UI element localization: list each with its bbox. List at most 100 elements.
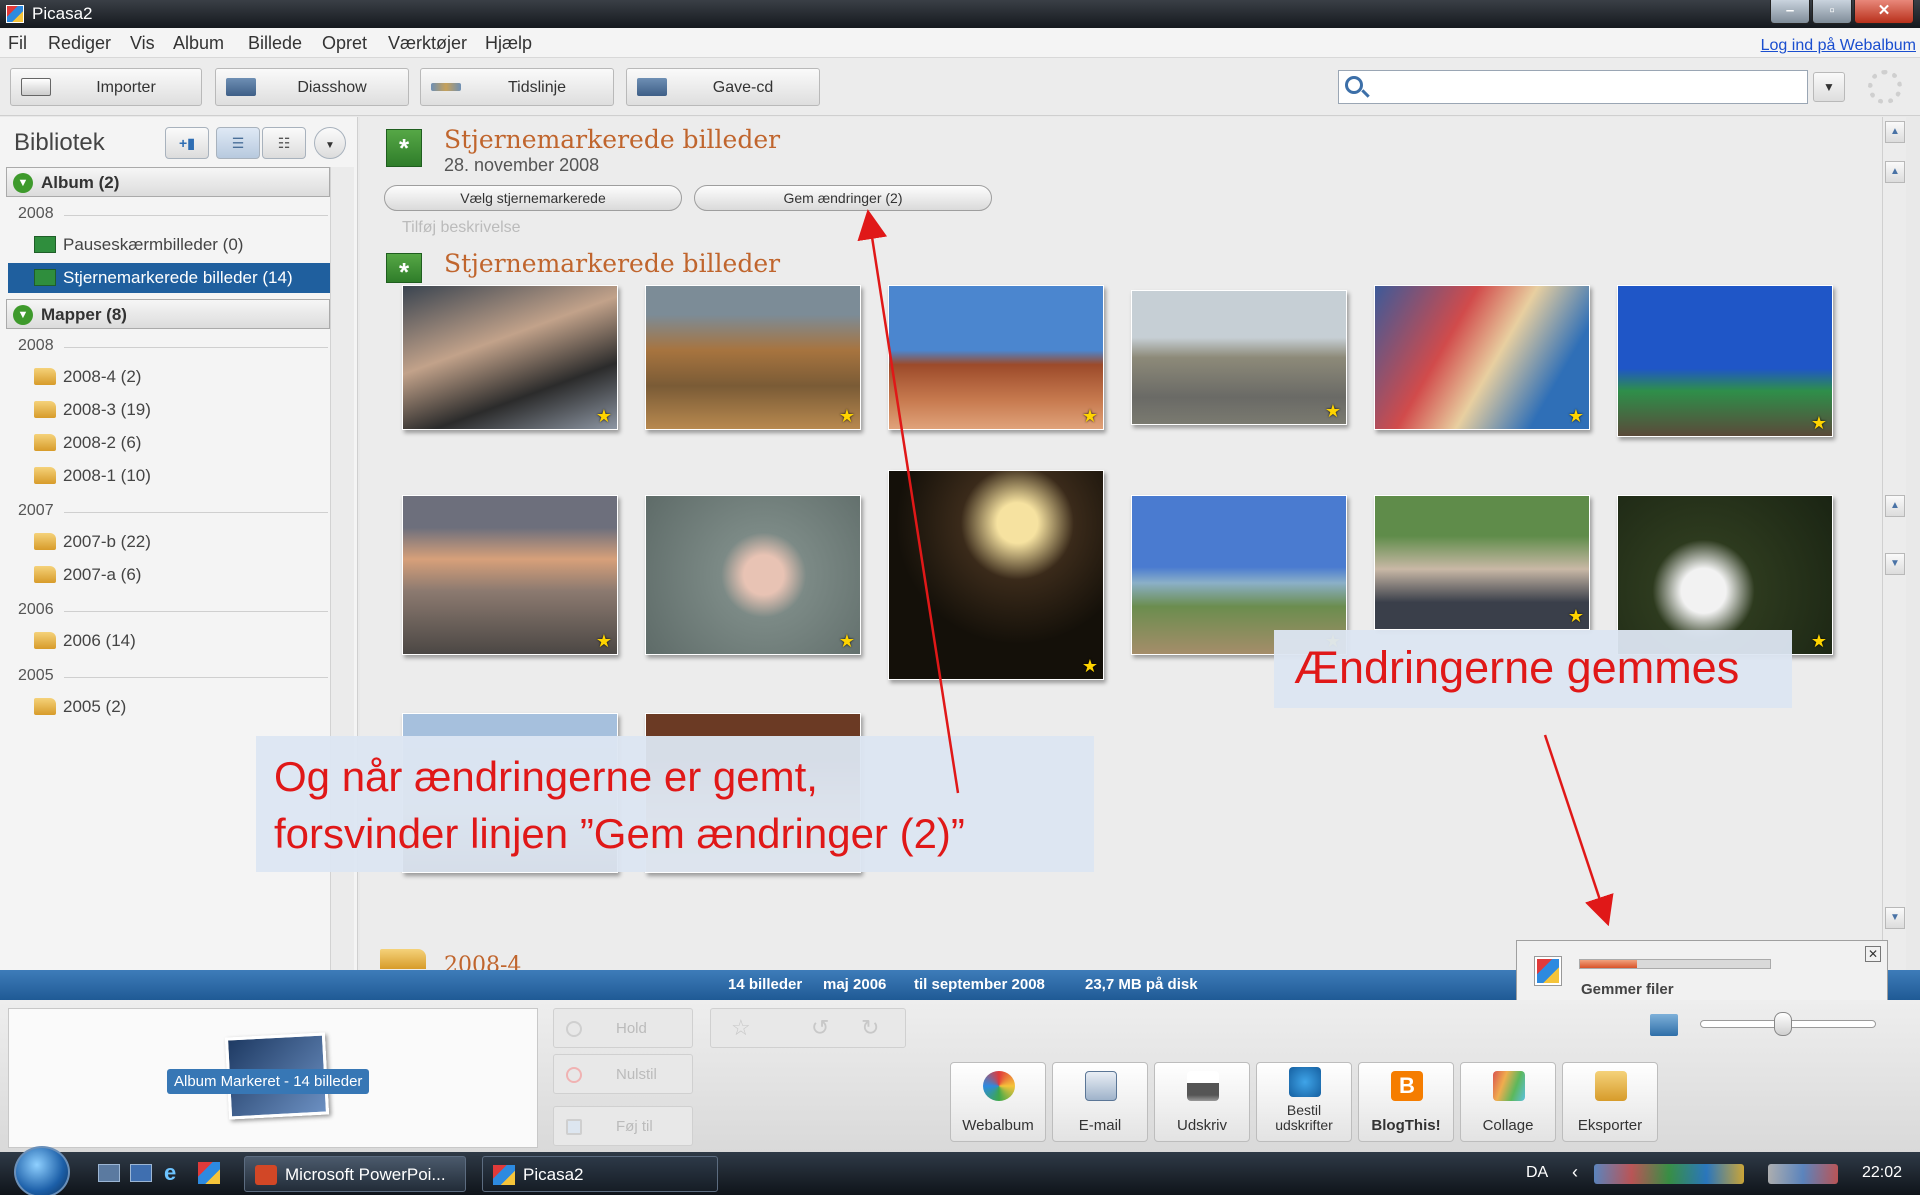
add-to-icon bbox=[566, 1119, 582, 1135]
reset-button[interactable]: Nulstil bbox=[553, 1054, 693, 1094]
search-box[interactable] bbox=[1338, 70, 1808, 104]
order-prints-button[interactable]: Bestil udskrifter bbox=[1256, 1062, 1352, 1142]
menu-album[interactable]: Album bbox=[173, 33, 224, 54]
switch-windows-icon[interactable] bbox=[130, 1164, 152, 1182]
taskbar-item-picasa[interactable]: Picasa2 bbox=[482, 1156, 718, 1192]
menu-picture[interactable]: Billede bbox=[248, 33, 302, 54]
new-album-button[interactable]: +▮ bbox=[165, 127, 209, 159]
folder-icon bbox=[34, 566, 56, 583]
scroll-down-button[interactable]: ▼ bbox=[1885, 907, 1905, 929]
star-icon: ★ bbox=[1810, 631, 1827, 651]
star-icon[interactable]: ☆ bbox=[731, 1015, 751, 1041]
sidebar-folder-item[interactable]: 2007-a (6) bbox=[30, 560, 330, 590]
date-to: til september 2008 bbox=[914, 976, 1045, 993]
slideshow-button[interactable]: Diasshow bbox=[215, 68, 409, 106]
notification-icons[interactable] bbox=[1594, 1164, 1744, 1184]
photo-thumbnail[interactable]: ★ bbox=[1374, 285, 1590, 430]
tree-view-button[interactable]: ☷ bbox=[262, 127, 306, 159]
menu-help[interactable]: Hjælp bbox=[485, 33, 532, 54]
sidebar-item-starred-album[interactable]: Stjernemarkerede billeder (14) bbox=[8, 263, 330, 293]
folders-section-header[interactable]: ▼ Mapper (8) bbox=[6, 299, 330, 329]
search-input[interactable] bbox=[1373, 75, 1793, 99]
add-to-button[interactable]: Føj til bbox=[553, 1106, 693, 1146]
sidebar-folder-item[interactable]: 2007-b (22) bbox=[30, 527, 330, 557]
close-icon[interactable]: ✕ bbox=[1865, 946, 1881, 962]
rotate-right-icon[interactable]: ↻ bbox=[861, 1015, 879, 1041]
menu-view[interactable]: Vis bbox=[130, 33, 155, 54]
picasa-app-icon bbox=[6, 5, 24, 23]
photo-thumbnail[interactable]: ★ bbox=[402, 495, 618, 655]
sidebar-folder-item[interactable]: 2006 (14) bbox=[30, 626, 330, 656]
print-button[interactable]: Udskriv bbox=[1154, 1062, 1250, 1142]
export-button[interactable]: Eksporter bbox=[1562, 1062, 1658, 1142]
login-webalbum-link[interactable]: Log ind på Webalbum bbox=[1761, 37, 1916, 55]
list-view-button[interactable]: ☰ bbox=[216, 127, 260, 159]
minimize-button[interactable]: – bbox=[1770, 0, 1810, 24]
sidebar-folder-item[interactable]: 2008-1 (10) bbox=[30, 461, 330, 491]
album-title: Stjernemarkerede billeder bbox=[444, 125, 781, 154]
menu-bar: Fil Rediger Vis Album Billede Opret Værk… bbox=[0, 28, 1920, 58]
photo-thumbnail[interactable]: ★ bbox=[888, 285, 1104, 430]
expand-toggle-icon: ▼ bbox=[13, 173, 33, 193]
folder-icon bbox=[34, 632, 56, 649]
edit-actions-group: ☆ ↺ ↻ bbox=[710, 1008, 906, 1048]
annotation-line-1: Og når ændringerne er gemt, bbox=[274, 753, 818, 800]
maximize-button[interactable]: ▫ bbox=[1812, 0, 1852, 24]
clock[interactable]: 22:02 bbox=[1862, 1164, 1902, 1182]
picasa-quicklaunch-icon[interactable] bbox=[198, 1162, 220, 1184]
taskbar-item-powerpoint[interactable]: Microsoft PowerPoi... bbox=[244, 1156, 466, 1192]
main-scrollbar[interactable]: ▲ ▲ ▲ ▼ ▼ bbox=[1882, 117, 1906, 970]
language-indicator[interactable]: DA bbox=[1526, 1164, 1548, 1182]
menu-tools[interactable]: Værktøjer bbox=[388, 33, 467, 54]
photo-thumbnail[interactable]: ★ bbox=[888, 470, 1104, 680]
scroll-top-button[interactable]: ▲ bbox=[1885, 121, 1905, 143]
photo-thumbnail[interactable]: ★ bbox=[645, 285, 861, 430]
blogthis-button[interactable]: B BlogThis! bbox=[1358, 1062, 1454, 1142]
save-progress-bar bbox=[1579, 959, 1771, 969]
search-options-button[interactable]: ▼ bbox=[1813, 72, 1845, 102]
select-starred-button[interactable]: Vælg stjernemarkerede bbox=[384, 185, 682, 211]
timeline-button[interactable]: Tidslinje bbox=[420, 68, 614, 106]
webalbum-button[interactable]: Webalbum bbox=[950, 1062, 1046, 1142]
email-button[interactable]: E-mail bbox=[1052, 1062, 1148, 1142]
close-button[interactable]: ✕ bbox=[1854, 0, 1914, 24]
add-description-field[interactable]: Tilføj beskrivelse bbox=[402, 219, 521, 237]
photo-thumbnail[interactable]: ★ bbox=[1617, 285, 1833, 437]
photo-thumbnail[interactable]: ★ bbox=[645, 495, 861, 655]
sidebar-options-button[interactable]: ▼ bbox=[314, 127, 346, 159]
year-label: 2008 bbox=[18, 337, 54, 354]
start-button[interactable] bbox=[14, 1146, 70, 1195]
sidebar-item-screensaver-album[interactable]: Pauseskærmbilleder (0) bbox=[30, 230, 330, 260]
menu-create[interactable]: Opret bbox=[322, 33, 367, 54]
sidebar-folder-item[interactable]: 2008-2 (6) bbox=[30, 428, 330, 458]
scroll-page-down-button[interactable]: ▼ bbox=[1885, 553, 1905, 575]
hold-button[interactable]: Hold bbox=[553, 1008, 693, 1048]
divider bbox=[64, 611, 328, 612]
internet-explorer-icon[interactable]: e bbox=[164, 1160, 176, 1186]
album-section-header[interactable]: ▼ Album (2) bbox=[6, 167, 330, 197]
gift-cd-button[interactable]: Gave-cd bbox=[626, 68, 820, 106]
collage-button[interactable]: Collage bbox=[1460, 1062, 1556, 1142]
save-changes-button[interactable]: Gem ændringer (2) bbox=[694, 185, 992, 211]
rotate-left-icon[interactable]: ↺ bbox=[811, 1015, 829, 1041]
scroll-up-button[interactable]: ▲ bbox=[1885, 161, 1905, 183]
slider-handle[interactable] bbox=[1774, 1012, 1792, 1036]
sidebar-folder-item[interactable]: 2008-4 (2) bbox=[30, 362, 330, 392]
menu-file[interactable]: Fil bbox=[8, 33, 27, 54]
sidebar-folder-item[interactable]: 2008-3 (19) bbox=[30, 395, 330, 425]
menu-edit[interactable]: Rediger bbox=[48, 33, 111, 54]
photo-thumbnail[interactable]: ★ bbox=[402, 285, 618, 430]
email-icon bbox=[1085, 1071, 1117, 1101]
title-bar: Picasa2 – ▫ ✕ bbox=[0, 0, 1920, 28]
sidebar-folder-item[interactable]: 2005 (2) bbox=[30, 692, 330, 722]
show-desktop-icon[interactable] bbox=[98, 1164, 120, 1182]
save-progress-fill bbox=[1580, 960, 1637, 968]
window-title: Picasa2 bbox=[32, 4, 93, 23]
tray-expand-icon[interactable]: ‹ bbox=[1572, 1162, 1578, 1183]
year-label: 2005 bbox=[18, 667, 54, 684]
scroll-page-up-button[interactable]: ▲ bbox=[1885, 495, 1905, 517]
photo-thumbnail[interactable]: ★ bbox=[1374, 495, 1590, 630]
import-button[interactable]: Importer bbox=[10, 68, 202, 106]
system-tray-icons[interactable] bbox=[1768, 1164, 1838, 1184]
photo-thumbnail[interactable]: ★ bbox=[1131, 290, 1347, 425]
